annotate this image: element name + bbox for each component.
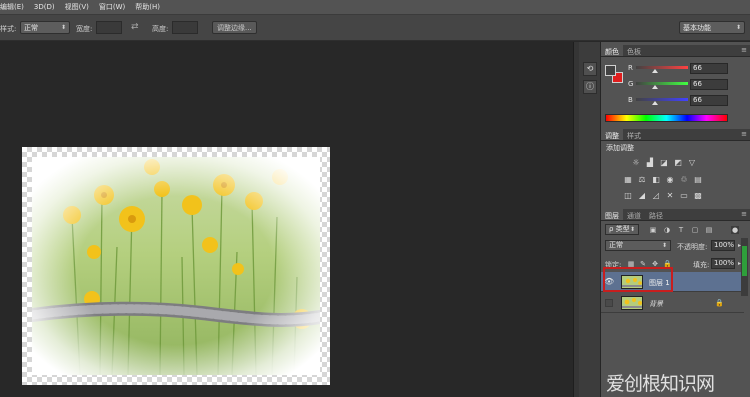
right-panels: 颜色 色板 ≡ R 66 G 66 B 66 调整 样式 ≡ 添加调整 ☼ ▟ … xyxy=(601,42,750,397)
tab-adjustments[interactable]: 调整 xyxy=(601,129,623,140)
red-slider[interactable] xyxy=(636,66,688,69)
workspace-select-value: 基本功能 xyxy=(683,23,711,32)
layer-filter-select[interactable]: ρ 类型 ⬍ xyxy=(605,224,639,235)
tab-paths[interactable]: 路径 xyxy=(645,209,667,220)
layers-scrollbar[interactable] xyxy=(741,238,748,296)
green-slider[interactable] xyxy=(636,82,688,85)
fill-label: 填充: xyxy=(693,261,710,269)
menu-help[interactable]: 帮助(H) xyxy=(130,2,165,12)
tab-color[interactable]: 颜色 xyxy=(601,45,623,56)
filter-type-icon[interactable]: T xyxy=(677,226,685,234)
menu-view[interactable]: 视图(V) xyxy=(60,2,94,12)
visibility-toggle-empty[interactable] xyxy=(605,299,613,307)
layers-scrollbar-thumb[interactable] xyxy=(742,246,747,276)
blend-mode-value: 正常 xyxy=(609,241,623,249)
swap-arrows-icon[interactable]: ⇄ xyxy=(131,22,139,32)
green-slider-thumb[interactable] xyxy=(652,85,658,89)
panel-menu-icon[interactable]: ≡ xyxy=(741,46,747,54)
chevron-down-icon: ⬍ xyxy=(735,24,741,31)
style-label: 样式: xyxy=(0,25,17,33)
adjustments-panel-tabs: 调整 样式 ≡ xyxy=(601,129,750,141)
layer-thumbnail xyxy=(621,296,643,310)
height-input[interactable] xyxy=(172,21,198,34)
flower-photo xyxy=(32,157,320,375)
site-watermark: 爱创根知识网 xyxy=(606,373,715,395)
opacity-label: 不透明度: xyxy=(677,243,708,251)
green-value-input[interactable]: 66 xyxy=(690,79,728,90)
menu-window[interactable]: 窗口(W) xyxy=(94,2,130,12)
chevron-down-icon: ⬍ xyxy=(60,24,66,31)
gradient-map-icon[interactable]: ▭ xyxy=(679,191,689,200)
photoshop-window: 编辑(E) 3D(D) 视图(V) 窗口(W) 帮助(H) 样式: 正常 ⬍ 宽… xyxy=(0,0,750,397)
menu-bar: 编辑(E) 3D(D) 视图(V) 窗口(W) 帮助(H) xyxy=(0,0,750,15)
filter-shape-icon[interactable]: ▢ xyxy=(691,226,699,234)
threshold-icon[interactable]: ◿ xyxy=(651,191,661,200)
workspace-select[interactable]: 基本功能 ⬍ xyxy=(679,21,745,34)
style-select[interactable]: 正常 ⬍ xyxy=(20,21,70,34)
opacity-input[interactable]: 100% xyxy=(711,240,735,251)
green-label: G xyxy=(628,80,634,88)
layer-row-background[interactable]: 背景 🔒 xyxy=(601,293,744,313)
width-label: 宽度: xyxy=(76,25,93,33)
black-white-icon[interactable]: ◧ xyxy=(651,175,661,184)
foreground-color-swatch[interactable] xyxy=(605,65,616,76)
color-balance-icon[interactable]: ⚖ xyxy=(637,175,647,184)
color-panel-tabs: 颜色 色板 ≡ xyxy=(601,45,750,57)
height-label: 高度: xyxy=(152,25,169,33)
tab-swatches[interactable]: 色板 xyxy=(623,45,645,56)
tab-channels[interactable]: 通道 xyxy=(623,209,645,220)
layers-panel-tabs: 图层 通道 路径 ≡ xyxy=(601,209,750,221)
properties-icon[interactable]: ⓘ xyxy=(583,80,597,94)
lock-icon: 🔒 xyxy=(715,299,724,307)
layer-thumbnail-image xyxy=(622,297,642,309)
curves-icon[interactable]: ◪ xyxy=(659,158,669,167)
invert-icon[interactable]: ◫ xyxy=(623,191,633,200)
blue-slider-thumb[interactable] xyxy=(652,101,658,105)
blue-label: B xyxy=(628,96,633,104)
layer-highlight-box xyxy=(603,267,673,292)
blue-slider[interactable] xyxy=(636,98,688,101)
panel-menu-icon[interactable]: ≡ xyxy=(741,210,747,218)
photo-filter-icon[interactable]: ◉ xyxy=(665,175,675,184)
exposure-icon[interactable]: ◩ xyxy=(673,158,683,167)
menu-3d[interactable]: 3D(D) xyxy=(29,3,60,11)
solid-fill-icon[interactable]: ▩ xyxy=(693,191,703,200)
posterize-icon[interactable]: ◢ xyxy=(637,191,647,200)
refine-edge-button[interactable]: 调整边缘... xyxy=(212,21,257,34)
layer-name[interactable]: 背景 xyxy=(649,299,663,309)
menu-edit[interactable]: 编辑(E) xyxy=(0,2,29,12)
levels-icon[interactable]: ▟ xyxy=(645,158,655,167)
filter-adjustment-icon[interactable]: ◑ xyxy=(663,226,671,234)
chevron-down-icon: ⬍ xyxy=(629,226,635,233)
history-icon[interactable]: ⟲ xyxy=(583,62,597,76)
panel-icon-strip: ⟲ ⓘ xyxy=(579,42,601,397)
filter-pixel-icon[interactable]: ▣ xyxy=(649,226,657,234)
tab-styles[interactable]: 样式 xyxy=(623,129,645,140)
layer-filter-value: ρ 类型 xyxy=(609,225,630,233)
red-slider-thumb[interactable] xyxy=(652,69,658,73)
document-canvas[interactable] xyxy=(22,147,330,385)
color-lookup-icon[interactable]: ▤ xyxy=(693,175,703,184)
hue-saturation-icon[interactable]: ▦ xyxy=(623,175,633,184)
blue-value-input[interactable]: 66 xyxy=(690,95,728,106)
width-input[interactable] xyxy=(96,21,122,34)
chevron-down-icon: ⬍ xyxy=(661,242,667,249)
channel-mixer-icon[interactable]: ♲ xyxy=(679,175,689,184)
options-bar: 样式: 正常 ⬍ 宽度: ⇄ 高度: 调整边缘... 基本功能 ⬍ xyxy=(0,15,750,41)
selective-color-icon[interactable]: ✕ xyxy=(665,191,675,200)
filter-smart-object-icon[interactable]: ▤ xyxy=(705,226,713,234)
style-select-value: 正常 xyxy=(24,23,38,32)
tab-layers[interactable]: 图层 xyxy=(601,209,623,220)
red-label: R xyxy=(628,64,633,72)
filter-toggle-icon[interactable]: ● xyxy=(731,226,739,234)
vibrance-triangle-icon[interactable]: ▽ xyxy=(687,158,697,167)
panel-menu-icon[interactable]: ≡ xyxy=(741,130,747,138)
brightness-icon[interactable]: ☼ xyxy=(631,158,641,167)
fill-input[interactable]: 100% xyxy=(711,258,735,269)
blend-mode-select[interactable]: 正常 ⬍ xyxy=(605,240,671,251)
add-adjustment-title: 添加调整 xyxy=(606,144,634,152)
color-spectrum-bar[interactable] xyxy=(605,114,728,122)
red-value-input[interactable]: 66 xyxy=(690,63,728,74)
